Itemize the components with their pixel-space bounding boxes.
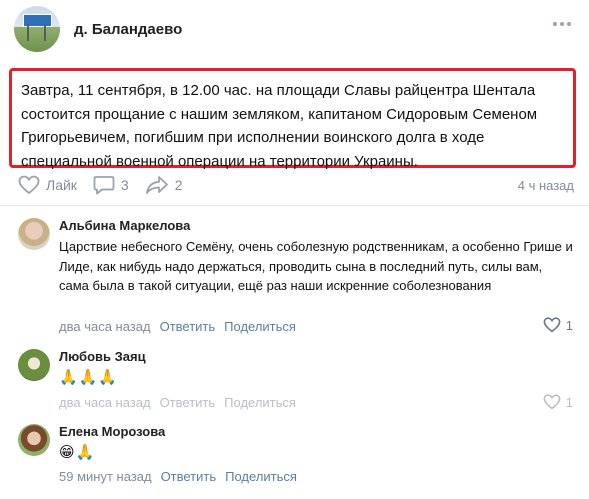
more-options-icon[interactable] <box>549 14 575 34</box>
comment-meta: 59 минут назад Ответить Поделиться <box>59 469 297 484</box>
comments-count: 3 <box>120 177 129 193</box>
share-icon <box>145 176 168 194</box>
shares-count: 2 <box>174 177 183 193</box>
share-button[interactable]: 2 <box>145 175 183 195</box>
heart-icon <box>543 394 561 410</box>
reply-link[interactable]: Ответить <box>160 319 216 334</box>
comment-author[interactable]: Елена Морозова <box>59 424 575 440</box>
comment-like-button[interactable]: 1 <box>543 394 573 410</box>
post-actions: Лайк 3 2 4 ч назад <box>18 170 574 200</box>
divider <box>0 205 589 206</box>
heart-icon <box>543 317 561 333</box>
avatar[interactable] <box>18 349 50 381</box>
comment-text: Царствие небесного Семёну, очень соболез… <box>59 239 573 293</box>
reply-link[interactable]: Ответить <box>161 469 217 484</box>
comment-time[interactable]: 59 минут назад <box>59 469 152 484</box>
post-text: Завтра, 11 сентября, в 12.00 час. на пло… <box>21 82 538 170</box>
post-text-highlighted: Завтра, 11 сентября, в 12.00 час. на пло… <box>9 68 576 170</box>
share-link[interactable]: Поделиться <box>225 469 297 484</box>
comment-time[interactable]: два часа назад <box>59 395 151 410</box>
avatar[interactable] <box>18 424 50 456</box>
share-link[interactable]: Поделиться <box>224 319 296 334</box>
post-time[interactable]: 4 ч назад <box>518 178 574 193</box>
avatar[interactable] <box>18 218 50 250</box>
like-button[interactable]: Лайк <box>18 175 77 195</box>
comment-text: 😁🙏 <box>59 444 96 461</box>
group-avatar[interactable] <box>14 6 60 52</box>
comment-like-button[interactable]: 1 <box>543 317 573 333</box>
comment-author[interactable]: Альбина Маркелова <box>59 218 575 234</box>
comment-like-count: 1 <box>565 317 573 333</box>
comment-like-count: 1 <box>565 394 573 410</box>
post-header: д. Баландаево <box>14 6 182 52</box>
group-title[interactable]: д. Баландаево <box>74 21 182 38</box>
comment-author[interactable]: Любовь Заяц <box>59 349 575 365</box>
comment-icon <box>93 176 115 195</box>
share-link[interactable]: Поделиться <box>224 395 296 410</box>
comment-meta: два часа назад Ответить Поделиться <box>59 319 296 334</box>
comment-time[interactable]: два часа назад <box>59 319 151 334</box>
heart-icon <box>18 175 40 195</box>
reply-link[interactable]: Ответить <box>160 395 216 410</box>
comment-meta: два часа назад Ответить Поделиться <box>59 395 296 410</box>
comments-button[interactable]: 3 <box>93 175 129 195</box>
like-label: Лайк <box>46 177 77 193</box>
comment-text: 🙏🙏🙏 <box>59 369 119 386</box>
